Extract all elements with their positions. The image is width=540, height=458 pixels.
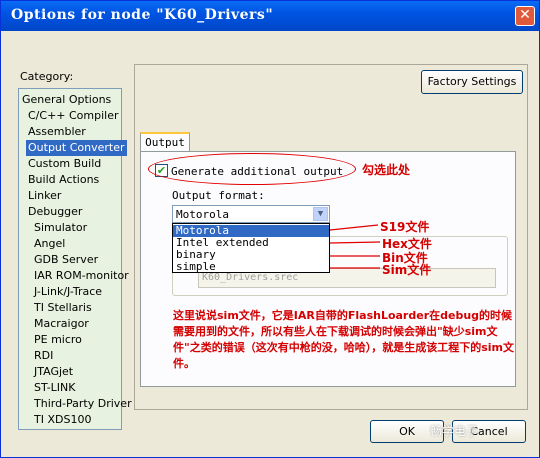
annotation-sim: Sim文件 bbox=[382, 263, 432, 277]
annotation-lines bbox=[329, 224, 381, 269]
watermark: 畅学电子 bbox=[430, 424, 479, 438]
annotation-note: 这里说说sim文件，它是IAR自带的FlashLoarder在debug的时候需… bbox=[173, 309, 515, 370]
annotation-s19: S19文件 bbox=[380, 220, 430, 234]
